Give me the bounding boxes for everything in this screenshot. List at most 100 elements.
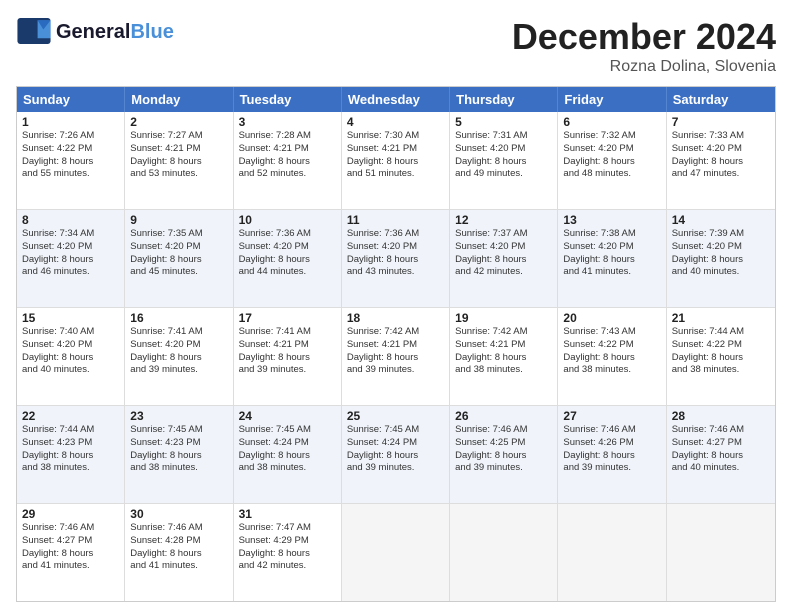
day-number: 25 [347,409,444,423]
calendar-header: SundayMondayTuesdayWednesdayThursdayFrid… [17,87,775,112]
cal-cell: 4Sunrise: 7:30 AMSunset: 4:21 PMDaylight… [342,112,450,209]
cell-line: Daylight: 8 hours [672,156,770,169]
cal-row: 1Sunrise: 7:26 AMSunset: 4:22 PMDaylight… [17,112,775,209]
day-number: 16 [130,311,227,325]
day-number: 12 [455,213,552,227]
cal-cell-empty [342,504,450,601]
cell-line: and 38 minutes. [672,364,770,377]
cal-row: 29Sunrise: 7:46 AMSunset: 4:27 PMDayligh… [17,503,775,601]
cell-line: Sunset: 4:21 PM [239,143,336,156]
cal-cell: 2Sunrise: 7:27 AMSunset: 4:21 PMDaylight… [125,112,233,209]
cell-line: Sunset: 4:28 PM [130,535,227,548]
cell-line: and 39 minutes. [347,364,444,377]
cell-line: Sunrise: 7:47 AM [239,522,336,535]
day-number: 10 [239,213,336,227]
calendar-body: 1Sunrise: 7:26 AMSunset: 4:22 PMDaylight… [17,112,775,601]
cell-line: Sunset: 4:20 PM [130,339,227,352]
cell-line: Sunset: 4:20 PM [563,241,660,254]
cell-line: Daylight: 8 hours [22,450,119,463]
cell-line: Daylight: 8 hours [130,254,227,267]
cell-line: Sunset: 4:20 PM [130,241,227,254]
cell-line: and 38 minutes. [22,462,119,475]
cal-cell: 15Sunrise: 7:40 AMSunset: 4:20 PMDayligh… [17,308,125,405]
cell-line: and 45 minutes. [130,266,227,279]
cell-line: Sunrise: 7:44 AM [22,424,119,437]
title-block: December 2024 Rozna Dolina, Slovenia [512,16,776,76]
cell-line: Sunrise: 7:27 AM [130,130,227,143]
cell-line: Sunrise: 7:45 AM [239,424,336,437]
cell-line: and 40 minutes. [672,266,770,279]
logo-icon [16,16,52,46]
cell-line: Sunrise: 7:46 AM [563,424,660,437]
cal-row: 8Sunrise: 7:34 AMSunset: 4:20 PMDaylight… [17,209,775,307]
cal-cell: 27Sunrise: 7:46 AMSunset: 4:26 PMDayligh… [558,406,666,503]
cell-line: Sunset: 4:24 PM [239,437,336,450]
cell-line: Sunset: 4:24 PM [347,437,444,450]
cell-line: Sunrise: 7:44 AM [672,326,770,339]
cell-line: Daylight: 8 hours [455,254,552,267]
logo-text: GeneralBlue [56,21,174,44]
cal-header-cell: Tuesday [234,87,342,112]
cal-cell: 28Sunrise: 7:46 AMSunset: 4:27 PMDayligh… [667,406,775,503]
cell-line: Sunrise: 7:38 AM [563,228,660,241]
cell-line: and 38 minutes. [130,462,227,475]
cell-line: Sunrise: 7:45 AM [347,424,444,437]
cal-cell-empty [558,504,666,601]
cell-line: Daylight: 8 hours [347,254,444,267]
cal-cell: 13Sunrise: 7:38 AMSunset: 4:20 PMDayligh… [558,210,666,307]
cell-line: Daylight: 8 hours [130,156,227,169]
day-number: 8 [22,213,119,227]
cal-cell: 24Sunrise: 7:45 AMSunset: 4:24 PMDayligh… [234,406,342,503]
cell-line: Daylight: 8 hours [22,156,119,169]
day-number: 21 [672,311,770,325]
cell-line: Daylight: 8 hours [563,352,660,365]
cal-cell: 16Sunrise: 7:41 AMSunset: 4:20 PMDayligh… [125,308,233,405]
cell-line: Sunset: 4:20 PM [455,143,552,156]
logo: GeneralBlue [16,16,174,48]
cell-line: Sunset: 4:22 PM [563,339,660,352]
cell-line: and 53 minutes. [130,168,227,181]
cell-line: Sunrise: 7:46 AM [455,424,552,437]
cal-header-cell: Thursday [450,87,558,112]
day-number: 13 [563,213,660,227]
cal-cell: 18Sunrise: 7:42 AMSunset: 4:21 PMDayligh… [342,308,450,405]
cell-line: Daylight: 8 hours [22,548,119,561]
cell-line: and 40 minutes. [22,364,119,377]
cell-line: and 47 minutes. [672,168,770,181]
day-number: 29 [22,507,119,521]
cell-line: Sunrise: 7:36 AM [347,228,444,241]
day-number: 9 [130,213,227,227]
cell-line: Daylight: 8 hours [672,254,770,267]
cell-line: Sunrise: 7:43 AM [563,326,660,339]
day-number: 20 [563,311,660,325]
cal-header-cell: Wednesday [342,87,450,112]
cal-cell: 8Sunrise: 7:34 AMSunset: 4:20 PMDaylight… [17,210,125,307]
cell-line: and 42 minutes. [239,560,336,573]
day-number: 5 [455,115,552,129]
day-number: 28 [672,409,770,423]
cell-line: and 41 minutes. [563,266,660,279]
cell-line: Sunset: 4:22 PM [672,339,770,352]
cell-line: Sunset: 4:20 PM [239,241,336,254]
cal-cell: 22Sunrise: 7:44 AMSunset: 4:23 PMDayligh… [17,406,125,503]
cal-cell: 30Sunrise: 7:46 AMSunset: 4:28 PMDayligh… [125,504,233,601]
cell-line: and 42 minutes. [455,266,552,279]
location: Rozna Dolina, Slovenia [512,58,776,76]
cal-cell: 25Sunrise: 7:45 AMSunset: 4:24 PMDayligh… [342,406,450,503]
cell-line: and 41 minutes. [130,560,227,573]
cell-line: Sunrise: 7:34 AM [22,228,119,241]
cell-line: and 39 minutes. [239,364,336,377]
cal-cell: 31Sunrise: 7:47 AMSunset: 4:29 PMDayligh… [234,504,342,601]
cell-line: and 55 minutes. [22,168,119,181]
cal-cell: 19Sunrise: 7:42 AMSunset: 4:21 PMDayligh… [450,308,558,405]
cell-line: Sunset: 4:27 PM [22,535,119,548]
cell-line: and 41 minutes. [22,560,119,573]
cell-line: and 38 minutes. [563,364,660,377]
month-title: December 2024 [512,16,776,58]
header: GeneralBlue December 2024 Rozna Dolina, … [16,16,776,76]
cell-line: Sunrise: 7:42 AM [347,326,444,339]
day-number: 30 [130,507,227,521]
day-number: 19 [455,311,552,325]
cell-line: Sunset: 4:21 PM [347,339,444,352]
cell-line: Sunrise: 7:46 AM [22,522,119,535]
